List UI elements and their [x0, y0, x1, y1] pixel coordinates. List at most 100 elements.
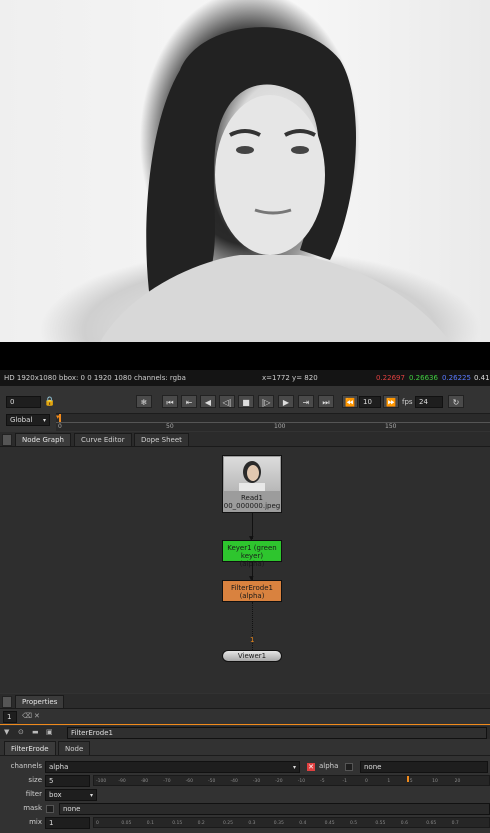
size-tick-label: -1 [342, 779, 348, 784]
stop-button[interactable]: ■ [238, 395, 254, 408]
cursor-coords: x=1772 y= 820 [262, 374, 318, 382]
size-tick-label: -20 [275, 779, 283, 784]
step-back-button[interactable]: ◀ [200, 395, 216, 408]
read-thumbnail [224, 457, 280, 491]
size-tick-label: -100 [96, 779, 107, 784]
mix-tick-label: 0.15 [172, 821, 183, 826]
tab-filtererode[interactable]: FilterErode [4, 741, 56, 755]
max-panels-field[interactable]: 1 [3, 711, 17, 723]
panel-accent-line [0, 724, 490, 725]
tab-node[interactable]: Node [58, 741, 91, 755]
loop-mode-button[interactable]: ↻ [448, 395, 464, 408]
first-frame-button[interactable]: ⏮ [162, 395, 178, 408]
viewer-node[interactable]: Viewer1 [222, 650, 282, 662]
play-forward-button[interactable]: |▷ [258, 395, 274, 408]
viewer-image [0, 0, 490, 342]
viewer-input-label: 1 [250, 636, 255, 644]
size-label: size [28, 776, 42, 784]
portrait-image [100, 27, 450, 342]
channels-dropdown[interactable]: alpha ▾ [45, 761, 300, 773]
next-keyframe-button[interactable]: ⇥ [298, 395, 314, 408]
lock-icon[interactable]: 🔒 [44, 396, 56, 408]
node-name-field[interactable]: FilterErode1 [67, 727, 487, 739]
snowflake-button[interactable]: ❄ [136, 395, 152, 408]
size-tick-label: -60 [185, 779, 193, 784]
prev-keyframe-button[interactable]: ⇤ [181, 395, 197, 408]
tab-node-graph[interactable]: Node Graph [15, 433, 71, 446]
playhead-icon[interactable]: ▾ [56, 414, 64, 421]
size-tick-label: 20 [454, 779, 461, 784]
skip-increment-field[interactable]: 10 [359, 396, 381, 408]
size-field[interactable]: 5 [45, 775, 90, 787]
alpha-checkbox[interactable]: ✕ [307, 763, 315, 771]
step-forward-button[interactable]: ▶ [278, 395, 294, 408]
last-frame-button[interactable]: ⏭ [318, 395, 334, 408]
keyer-node-title: Keyer1 (green keyer) [227, 544, 277, 560]
erode-node-title: FilterErode1 [231, 584, 273, 592]
size-tick-label: -30 [252, 779, 261, 784]
size-tick-label: -70 [163, 779, 171, 784]
pixel-red: 0.22697 [376, 374, 405, 382]
mask-dropdown[interactable]: none [59, 803, 490, 815]
mix-tick-label: 0.1 [146, 821, 154, 826]
node-graph-canvas[interactable]: Read1 00_000000.jpeg ▼ Keyer1 (green key… [0, 447, 490, 693]
mask-checkbox[interactable] [46, 805, 54, 813]
node-color-icon-2[interactable]: ▣ [46, 726, 53, 739]
panel-grip-icon[interactable] [2, 696, 12, 708]
format-info: HD 1920x1080 bbox: 0 0 1920 1080 channel… [4, 374, 186, 382]
pixel-alpha: 0.41 [474, 374, 490, 382]
viewer-info-bar: HD 1920x1080 bbox: 0 0 1920 1080 channel… [0, 370, 490, 386]
skip-forward-button[interactable]: ⏩ [383, 395, 399, 408]
tab-curve-editor[interactable]: Curve Editor [74, 433, 132, 446]
skip-back-button[interactable]: ⏪ [342, 395, 358, 408]
panel-grip-icon[interactable] [2, 434, 12, 446]
tab-dope-sheet[interactable]: Dope Sheet [134, 433, 189, 446]
viewer-panel[interactable] [0, 0, 490, 370]
mix-tick-label: 0.4 [299, 821, 307, 826]
clear-panels-icon[interactable]: ⌫ [22, 710, 32, 723]
tab-properties[interactable]: Properties [15, 695, 65, 708]
lock-panels-icon[interactable]: ✕ [34, 710, 40, 723]
tick-label: 0 [58, 423, 62, 430]
mix-tick-label: 0.7 [451, 821, 459, 826]
fps-field[interactable]: 24 [415, 396, 443, 408]
size-slider[interactable]: -100 -90 -80 -70 -60 -50 -40 -30 -20 -10 -5 -1 0 1 5 10… [93, 775, 490, 786]
size-tick-label: -10 [297, 779, 306, 784]
erode-node[interactable]: FilterErode1 (alpha) [222, 580, 282, 602]
size-tick-label: -50 [208, 779, 216, 784]
mix-tick-label: 0.25 [223, 821, 234, 826]
collapse-icon[interactable]: ▼ [4, 726, 9, 739]
size-tick-label: -90 [118, 779, 126, 784]
channels-none-dropdown[interactable]: none [360, 761, 488, 773]
node-help-icon[interactable]: ⊙ [18, 726, 24, 739]
timeline-bar: 0 🔒 ❄ ⏮ ⇤ ◀ ◁| ■ |▷ ▶ ⇥ ⏭ ⏪ 10 ⏩ fps 24 … [0, 386, 490, 432]
properties-tab-bar: Properties [0, 694, 490, 709]
size-tick-label: 1 [387, 779, 391, 784]
range-mode-dropdown[interactable]: Global ▾ [6, 414, 50, 426]
mix-tick-label: 0.5 [350, 821, 358, 826]
graph-tab-bar: Node Graph Curve Editor Dope Sheet [0, 432, 490, 447]
size-tick-label: 5 [409, 779, 413, 784]
pixel-blue: 0.26225 [442, 374, 471, 382]
filter-dropdown[interactable]: box ▾ [45, 789, 97, 801]
mix-field[interactable]: 1 [45, 817, 90, 829]
tick-label: 150 [385, 423, 397, 430]
keyer-node[interactable]: Keyer1 (green keyer) (alpha) [222, 540, 282, 568]
current-frame-field[interactable]: 0 [6, 396, 41, 408]
play-backward-button[interactable]: ◁| [219, 395, 235, 408]
node-color-icon[interactable]: ▬ [32, 726, 39, 739]
alpha-extra-checkbox[interactable] [345, 763, 353, 771]
read-node[interactable]: Read1 00_000000.jpeg [222, 455, 282, 513]
mix-tick-label: 0.65 [426, 821, 437, 826]
mix-tick-label: 0.45 [324, 821, 335, 826]
channels-label: channels [10, 762, 42, 770]
mix-tick-label: 0.2 [197, 821, 205, 826]
read-node-title: Read1 [240, 494, 264, 502]
mix-slider[interactable]: 0 0.05 0.1 0.15 0.2 0.25 0.3 0.35 0.4 0.45 0.5 0.55… [93, 817, 490, 828]
frame-ruler[interactable]: ▾ 0 50 100 150 [56, 413, 490, 431]
mix-label: mix [29, 818, 42, 826]
tick-label: 100 [274, 423, 286, 430]
size-tick-label: 10 [432, 779, 438, 784]
size-slider-handle[interactable] [407, 776, 409, 782]
size-tick-label: -80 [140, 779, 149, 784]
